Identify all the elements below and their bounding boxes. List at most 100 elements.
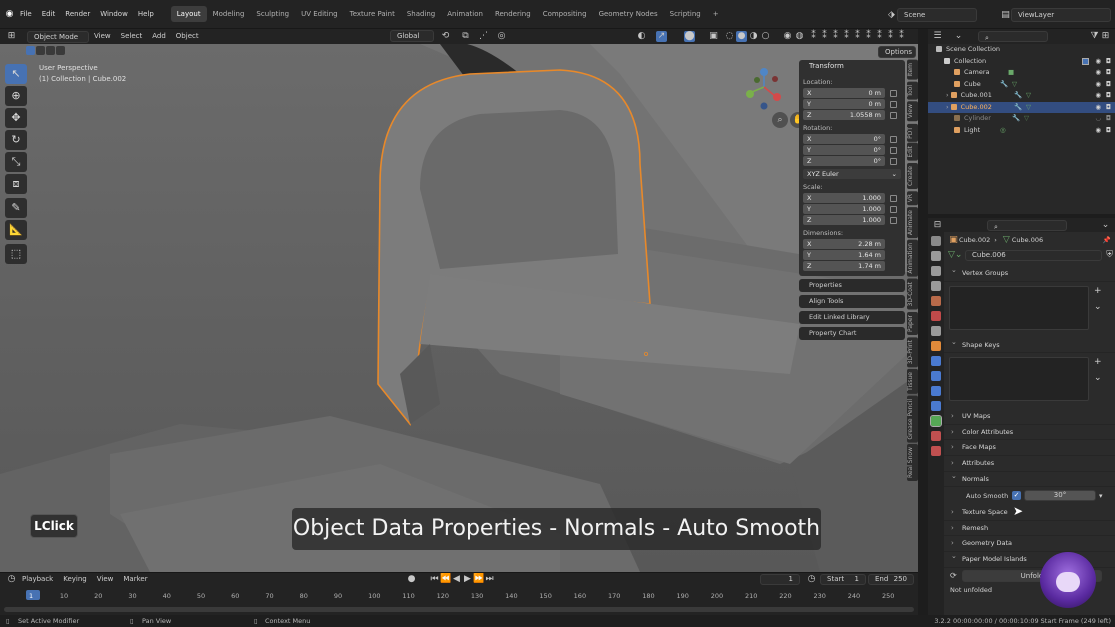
chevron-down-icon[interactable]: ⌄ xyxy=(1100,220,1111,231)
scale-tool-icon[interactable]: ⤡ xyxy=(5,152,27,172)
scene-field[interactable]: Scene xyxy=(897,8,977,22)
tab-sculpting[interactable]: Sculpting xyxy=(250,6,295,22)
property-chart-subpanel[interactable]: Property Chart xyxy=(799,327,905,340)
tab-paper[interactable]: Paper xyxy=(907,311,918,335)
tab-texture-paint[interactable]: Texture Paint xyxy=(344,6,401,22)
jump-start-icon[interactable]: ⏮ xyxy=(429,574,440,585)
solid-shading-icon[interactable]: ● xyxy=(736,31,747,42)
addon-icon[interactable]: ⁑ xyxy=(896,31,907,42)
zoom-icon[interactable]: ⌕ xyxy=(772,112,788,128)
camera-render-icon[interactable]: ◘ xyxy=(1106,67,1111,79)
blender-logo-icon[interactable]: ◉ xyxy=(4,9,15,20)
lock-icon[interactable] xyxy=(890,206,897,213)
measure-tool-icon[interactable]: 📐 xyxy=(5,220,27,240)
annotate-tool-icon[interactable]: ✎ xyxy=(5,198,27,218)
sphere-icon[interactable]: ◍ xyxy=(794,31,805,42)
snap-target-icon[interactable]: ⋰ xyxy=(478,31,489,42)
menu-view-timeline[interactable]: View xyxy=(92,573,119,586)
world-tab-icon[interactable] xyxy=(931,311,941,321)
menu-add[interactable]: Add xyxy=(147,29,171,44)
chevron-down-icon[interactable]: ▾ xyxy=(1099,492,1103,500)
play-reverse-icon[interactable]: ◀ xyxy=(451,574,462,585)
menu-render[interactable]: Render xyxy=(60,0,95,29)
tab-geometry-nodes[interactable]: Geometry Nodes xyxy=(593,6,664,22)
tab-vr[interactable]: VR xyxy=(907,191,918,206)
tab-tissue[interactable]: Tissue xyxy=(907,368,918,394)
tab-compositing[interactable]: Compositing xyxy=(537,6,593,22)
collection-tab-icon[interactable] xyxy=(931,326,941,336)
outliner-item-cube[interactable]: Cube 🔧 ▽ ◉ ◘ xyxy=(928,79,1115,91)
auto-smooth-angle-field[interactable]: 30° xyxy=(1024,490,1096,502)
menu-view[interactable]: View xyxy=(89,29,116,44)
location-z-field[interactable]: Z 1.0558 m xyxy=(803,110,885,120)
transform-tool-icon[interactable]: ⧈ xyxy=(5,174,27,194)
addon-icon[interactable]: ⁑ xyxy=(830,31,841,42)
exclude-checkbox[interactable] xyxy=(1082,57,1089,65)
lock-icon[interactable] xyxy=(890,158,897,165)
select-box-icon[interactable] xyxy=(26,46,35,55)
tab-modeling[interactable]: Modeling xyxy=(207,6,251,22)
eye-hidden-icon[interactable]: ◡ xyxy=(1095,113,1101,125)
section-color-attributes[interactable]: Color Attributes xyxy=(944,425,1115,441)
render-tab-icon[interactable] xyxy=(931,251,941,261)
filter-icon[interactable]: ⧩ xyxy=(1089,31,1100,42)
eye-icon[interactable]: ◉ xyxy=(1095,79,1101,91)
tab-3d-print[interactable]: 3D-Print xyxy=(907,336,918,367)
pin-icon[interactable]: 📌 xyxy=(1103,236,1111,244)
add-workspace-button[interactable]: + xyxy=(707,6,725,22)
play-icon[interactable]: ▶ xyxy=(462,574,473,585)
location-x-field[interactable]: X0 m xyxy=(803,88,885,98)
add-icon[interactable]: + xyxy=(1094,286,1102,296)
eye-icon[interactable]: ◉ xyxy=(1095,102,1101,114)
clock-icon[interactable]: ◷ xyxy=(806,574,817,585)
chevron-down-icon[interactable]: ⌄ xyxy=(1094,373,1102,383)
section-geometry-data[interactable]: Geometry Data xyxy=(944,536,1115,552)
object-data-tab-icon[interactable] xyxy=(930,415,942,427)
particles-tab-icon[interactable] xyxy=(931,371,941,381)
menu-playback[interactable]: Playback xyxy=(17,573,58,586)
lock-icon[interactable] xyxy=(890,112,897,119)
tab-view[interactable]: View xyxy=(907,101,918,122)
menu-marker[interactable]: Marker xyxy=(118,573,152,586)
section-uv-maps[interactable]: UV Maps xyxy=(944,409,1115,425)
next-keyframe-icon[interactable]: ⏩ xyxy=(473,574,484,585)
view-layer-selector[interactable]: ▤ ViewLayer xyxy=(1000,8,1111,22)
section-shape-keys[interactable]: Shape Keys xyxy=(944,335,1115,354)
section-face-maps[interactable]: Face Maps xyxy=(944,440,1115,456)
scale-z-field[interactable]: Z 1.000 xyxy=(803,215,885,225)
lock-icon[interactable] xyxy=(890,147,897,154)
tab-edit[interactable]: Edit xyxy=(907,143,918,162)
tab-grease-pencil[interactable]: Grease Pencil xyxy=(907,395,918,443)
menu-object[interactable]: Object xyxy=(171,29,204,44)
record-icon[interactable]: ● xyxy=(406,574,417,585)
tab-real-snow[interactable]: Real Snow xyxy=(907,444,918,482)
physics-tab-icon[interactable] xyxy=(931,386,941,396)
current-frame-field[interactable]: 1 xyxy=(760,574,800,585)
outliner-collection[interactable]: Collection ◉ ◘ xyxy=(928,56,1115,68)
transform-orientation-dropdown[interactable]: Global xyxy=(390,30,434,42)
lock-icon[interactable] xyxy=(890,136,897,143)
outliner-search-input[interactable]: ⌕ xyxy=(978,31,1048,42)
addon-icon[interactable]: ⁑ xyxy=(874,31,885,42)
outliner-item-cube-001[interactable]: › Cube.001 🔧 ▽ ◉ ◘ xyxy=(928,90,1115,102)
scale-y-field[interactable]: Y 1.000 xyxy=(803,204,885,214)
view-layer-field[interactable]: ViewLayer xyxy=(1011,8,1111,22)
eye-icon[interactable]: ◉ xyxy=(1095,67,1101,79)
camera-render-icon[interactable]: ◘ xyxy=(1106,102,1111,114)
tab-pdt[interactable]: PDT xyxy=(907,123,918,142)
tab-animation-sidebar[interactable]: Animation xyxy=(907,240,918,278)
menu-file[interactable]: File xyxy=(15,0,37,29)
tab-create[interactable]: Create xyxy=(907,163,918,190)
jump-end-icon[interactable]: ⏭ xyxy=(484,574,495,585)
menu-help[interactable]: Help xyxy=(133,0,159,29)
eye-icon[interactable]: ◉ xyxy=(1095,125,1101,137)
camera-render-icon[interactable]: ◘ xyxy=(1106,90,1111,102)
addon-icon[interactable]: ⁑ xyxy=(841,31,852,42)
chevron-down-icon[interactable]: ⌄ xyxy=(1094,302,1102,312)
camera-render-icon[interactable]: ◘ xyxy=(1106,125,1111,137)
menu-keying[interactable]: Keying xyxy=(58,573,92,586)
rotation-mode-dropdown[interactable]: XYZ Euler ⌄ xyxy=(803,169,901,179)
scene-tab-icon[interactable] xyxy=(931,296,941,306)
editor-type-icon[interactable]: ◷ xyxy=(6,574,17,585)
scene-selector[interactable]: ⬗ Scene xyxy=(886,8,977,22)
